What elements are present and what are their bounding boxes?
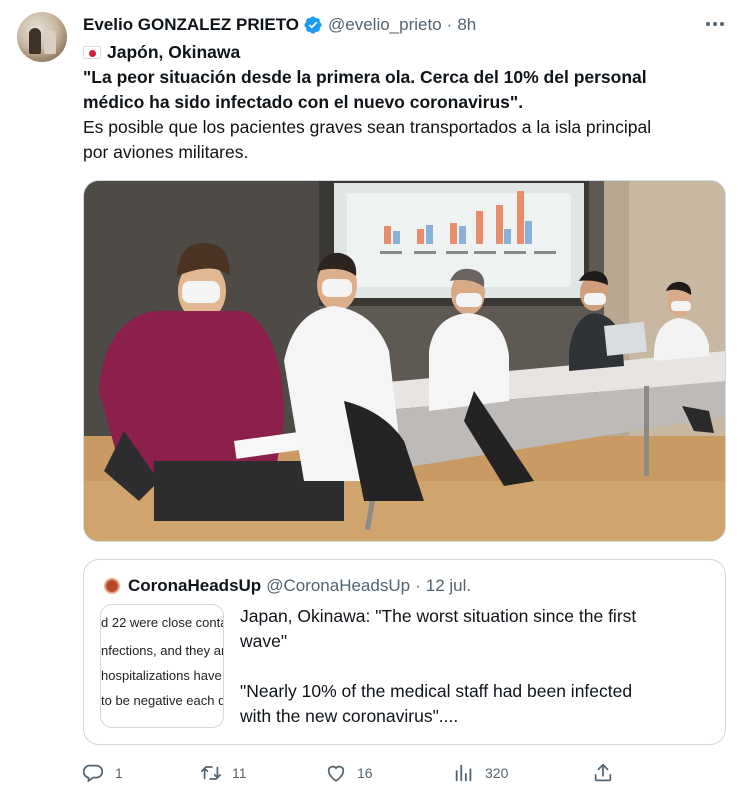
views-count: 320 <box>485 765 509 781</box>
tweet-text-line-2: por aviones militares. <box>83 142 249 162</box>
quoted-text-line: with the new coronavirus".... <box>240 706 459 726</box>
thumb-text-line: to be negative each d <box>101 693 224 708</box>
press-conference-photo <box>84 181 725 541</box>
like-icon <box>327 765 345 782</box>
retweet-icon <box>200 766 222 780</box>
tweet-actions-bar: 1 11 16 320 <box>83 760 723 786</box>
verified-icon <box>304 16 322 34</box>
quoted-tweet-header: CoronaHeadsUp @CoronaHeadsUp · 12 jul. <box>102 574 471 598</box>
tweet-body: Japón, Okinawa "La peor situación desde … <box>83 40 723 165</box>
quoted-author-handle: @CoronaHeadsUp <box>266 576 411 595</box>
thumb-text-line: nfections, and they are <box>101 643 224 658</box>
reply-button[interactable]: 1 <box>83 760 123 786</box>
author-name[interactable]: Evelio GONZALEZ PRIETO <box>83 15 299 35</box>
tweet-text-line-1: Es posible que los pacientes graves sean… <box>83 117 652 137</box>
quoted-tweet-thumbnail: d 22 were close conta nfections, and the… <box>100 604 224 728</box>
quoted-author-name: CoronaHeadsUp <box>128 576 262 595</box>
quoted-text-line: wave" <box>240 631 288 651</box>
views-icon <box>455 764 472 782</box>
like-button[interactable]: 16 <box>325 760 373 786</box>
author-handle[interactable]: @evelio_prieto <box>328 15 442 35</box>
author-avatar[interactable] <box>17 12 67 62</box>
views-button[interactable]: 320 <box>453 760 508 786</box>
tweet-quote-line-2: médico ha sido infectado con el nuevo co… <box>83 92 524 112</box>
separator-dot: · <box>446 15 453 34</box>
quoted-separator-dot: · <box>415 576 421 595</box>
quoted-text-line: Japan, Okinawa: "The worst situation sin… <box>240 606 637 626</box>
quoted-timestamp: 12 jul. <box>425 576 472 595</box>
retweet-button[interactable]: 11 <box>200 760 247 786</box>
tweet-header: Evelio GONZALEZ PRIETO @evelio_prieto · … <box>83 13 476 37</box>
quoted-text-line: "Nearly 10% of the medical staff had bee… <box>240 681 633 701</box>
share-icon <box>594 763 612 782</box>
like-count: 16 <box>357 765 373 781</box>
tweet-quote-line-1: "La peor situación desde la primera ola.… <box>83 67 647 87</box>
more-icon[interactable] <box>704 14 726 34</box>
quoted-tweet-card[interactable]: CoronaHeadsUp @CoronaHeadsUp · 12 jul. d… <box>83 559 726 745</box>
tweet-photo[interactable] <box>83 180 726 542</box>
retweet-count: 11 <box>232 765 247 781</box>
quoted-author-avatar <box>102 576 122 596</box>
tweet-location: Japón, Okinawa <box>107 42 241 62</box>
reply-count: 1 <box>115 765 123 781</box>
japan-flag-icon <box>83 46 101 59</box>
quoted-tweet-text: Japan, Okinawa: "The worst situation sin… <box>240 604 710 729</box>
reply-icon <box>83 764 104 783</box>
thumb-text-line: hospitalizations have <box>101 668 222 683</box>
thumb-text-line: d 22 were close conta <box>101 615 224 630</box>
share-button[interactable] <box>592 760 614 786</box>
tweet-timestamp[interactable]: 8h <box>457 15 476 35</box>
